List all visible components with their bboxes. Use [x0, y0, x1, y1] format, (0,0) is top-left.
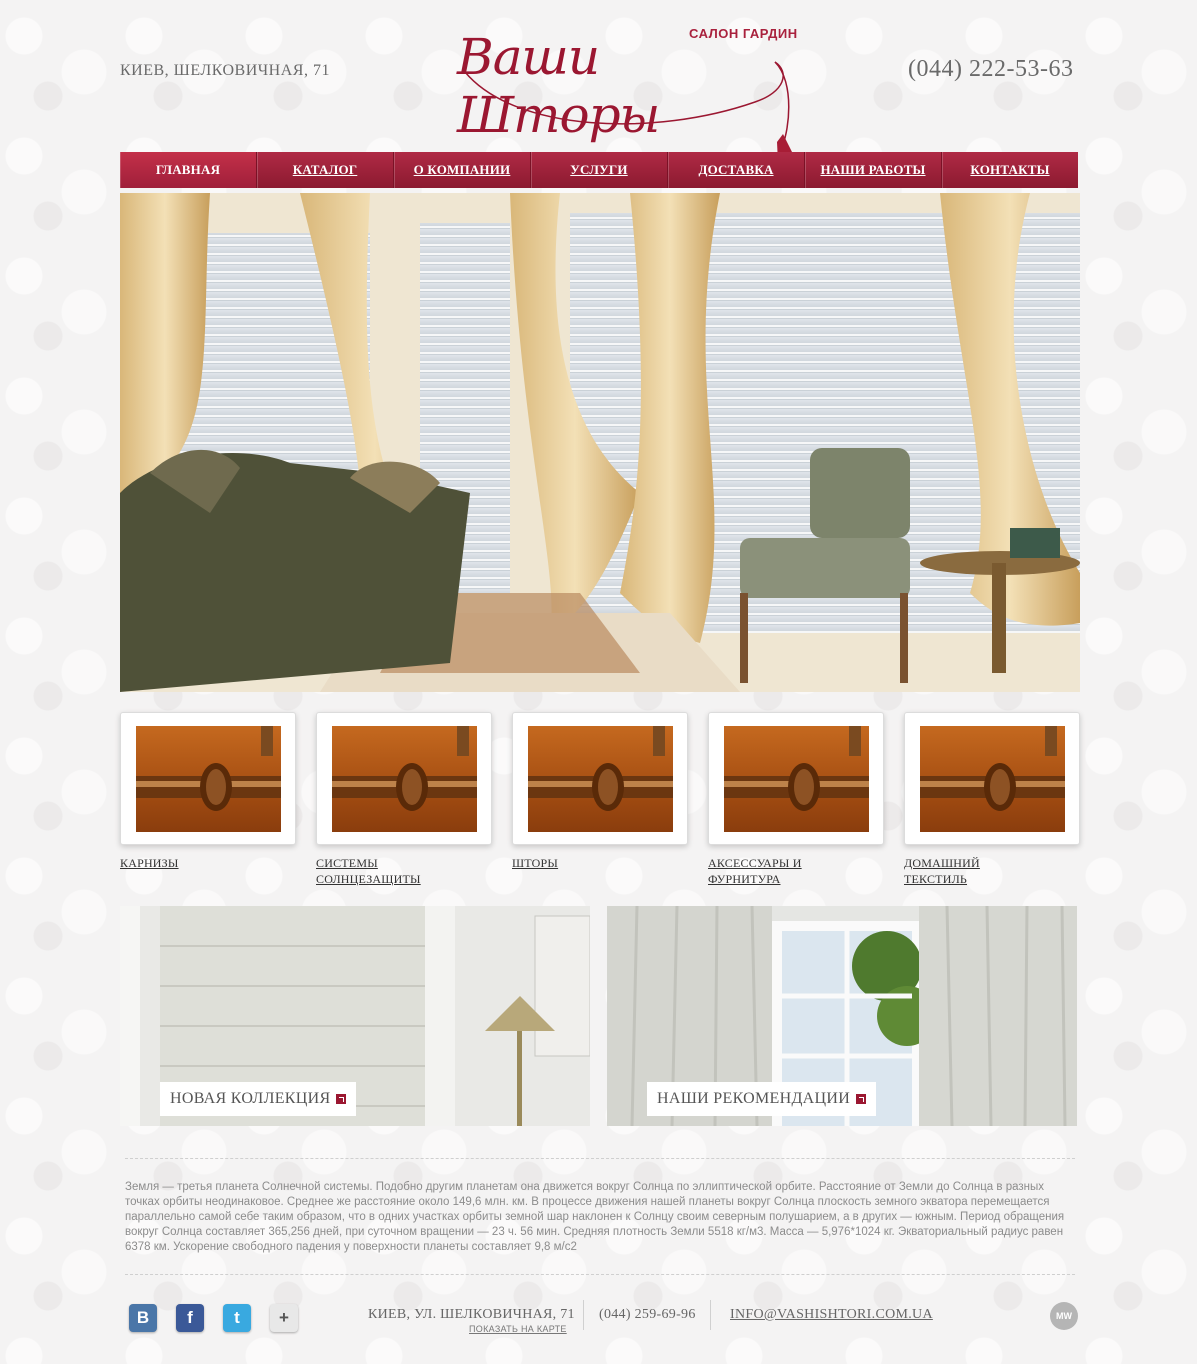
promo-label-text: НОВАЯ КОЛЛЕКЦИЯ — [170, 1090, 331, 1107]
nav-item-works[interactable]: НАШИ РАБОТЫ — [805, 152, 942, 188]
category-label-line1: СИСТЕМЫ — [316, 856, 378, 870]
arrow-icon — [856, 1094, 867, 1104]
nav-item-delivery[interactable]: ДОСТАВКА — [668, 152, 805, 188]
category-image-frame[interactable] — [316, 712, 492, 845]
promo-label-text: НАШИ РЕКОМЕНДАЦИИ — [657, 1090, 851, 1107]
vkontakte-icon[interactable]: B — [129, 1304, 157, 1332]
category-image-rod — [724, 726, 869, 832]
category-label[interactable]: ДОМАШНИЙ ТЕКСТИЛЬ — [904, 855, 1080, 887]
category-image-rod — [920, 726, 1065, 832]
promo-new-collection[interactable]: НОВАЯ КОЛЛЕКЦИЯ — [120, 906, 590, 1126]
show-on-map-link[interactable]: ПОКАЗАТЬ НА КАРТЕ — [469, 1324, 567, 1334]
category-label-line2: СОЛНЦЕЗАЩИТЫ — [316, 872, 421, 886]
category-label[interactable]: КАРНИЗЫ — [120, 855, 296, 871]
nav-item-catalog[interactable]: КАТАЛОГ — [257, 152, 394, 188]
nav-item-contacts[interactable]: КОНТАКТЫ — [942, 152, 1078, 188]
promo-label-new-collection[interactable]: НОВАЯ КОЛЛЕКЦИЯ — [160, 1082, 357, 1116]
category-label[interactable]: СИСТЕМЫ СОЛНЦЕЗАЩИТЫ — [316, 855, 492, 887]
logo-title: Ваши Шторы — [457, 28, 660, 144]
nav-item-home[interactable]: ГЛАВНАЯ — [120, 152, 257, 188]
category-item[interactable]: СИСТЕМЫ СОЛНЦЕЗАЩИТЫ — [316, 712, 492, 887]
twitter-icon[interactable]: t — [223, 1304, 251, 1332]
nav-item-services[interactable]: УСЛУГИ — [531, 152, 668, 188]
promo-label-recommendations[interactable]: НАШИ РЕКОМЕНДАЦИИ — [647, 1082, 877, 1116]
header-address: КИЕВ, ШЕЛКОВИЧНАЯ, 71 — [120, 62, 330, 79]
footer-email-link[interactable]: INFO@VASHISHTORI.COM.UA — [730, 1307, 933, 1323]
category-label-line2: ФУРНИТУРА — [708, 872, 781, 886]
category-image-rod — [136, 726, 281, 832]
category-label-line1: ШТОРЫ — [512, 856, 559, 870]
category-label-line2: ТЕКСТИЛЬ — [904, 872, 967, 886]
category-item[interactable]: ШТОРЫ — [512, 712, 688, 871]
footer-phone: (044) 259-69-96 — [599, 1307, 696, 1322]
category-image-rod — [528, 726, 673, 832]
divider — [125, 1158, 1075, 1159]
main-nav: ГЛАВНАЯ КАТАЛОГ О КОМПАНИИ УСЛУГИ ДОСТАВ… — [120, 152, 1078, 188]
category-item[interactable]: КАРНИЗЫ — [120, 712, 296, 871]
category-image-frame[interactable] — [904, 712, 1080, 845]
category-label-line1: КАРНИЗЫ — [120, 856, 179, 870]
developer-badge[interactable]: MW — [1050, 1302, 1078, 1330]
divider — [125, 1274, 1075, 1275]
about-text: Земля — третья планета Солнечной системы… — [125, 1181, 1065, 1253]
footer-separator — [583, 1300, 584, 1330]
category-label[interactable]: АКСЕССУАРЫ И ФУРНИТУРА — [708, 855, 884, 887]
google-plus-icon[interactable]: + — [270, 1304, 298, 1332]
hero-image — [120, 193, 1080, 692]
footer-separator — [710, 1300, 711, 1330]
header-phone: (044) 222-53-63 — [908, 56, 1074, 82]
arrow-icon — [336, 1094, 347, 1104]
category-item[interactable]: ДОМАШНИЙ ТЕКСТИЛЬ — [904, 712, 1080, 887]
facebook-icon[interactable]: f — [176, 1304, 204, 1332]
category-image-frame[interactable] — [512, 712, 688, 845]
promo-recommendations[interactable]: НАШИ РЕКОМЕНДАЦИИ — [607, 906, 1077, 1126]
category-label[interactable]: ШТОРЫ — [512, 855, 688, 871]
category-item[interactable]: АКСЕССУАРЫ И ФУРНИТУРА — [708, 712, 884, 887]
footer-address: КИЕВ, УЛ. ШЕЛКОВИЧНАЯ, 71 — [368, 1307, 575, 1322]
category-image-frame[interactable] — [708, 712, 884, 845]
category-label-line1: АКСЕССУАРЫ И — [708, 856, 802, 870]
category-image-rod — [332, 726, 477, 832]
nav-item-about[interactable]: О КОМПАНИИ — [394, 152, 531, 188]
category-label-line1: ДОМАШНИЙ — [904, 856, 980, 870]
category-image-frame[interactable] — [120, 712, 296, 845]
